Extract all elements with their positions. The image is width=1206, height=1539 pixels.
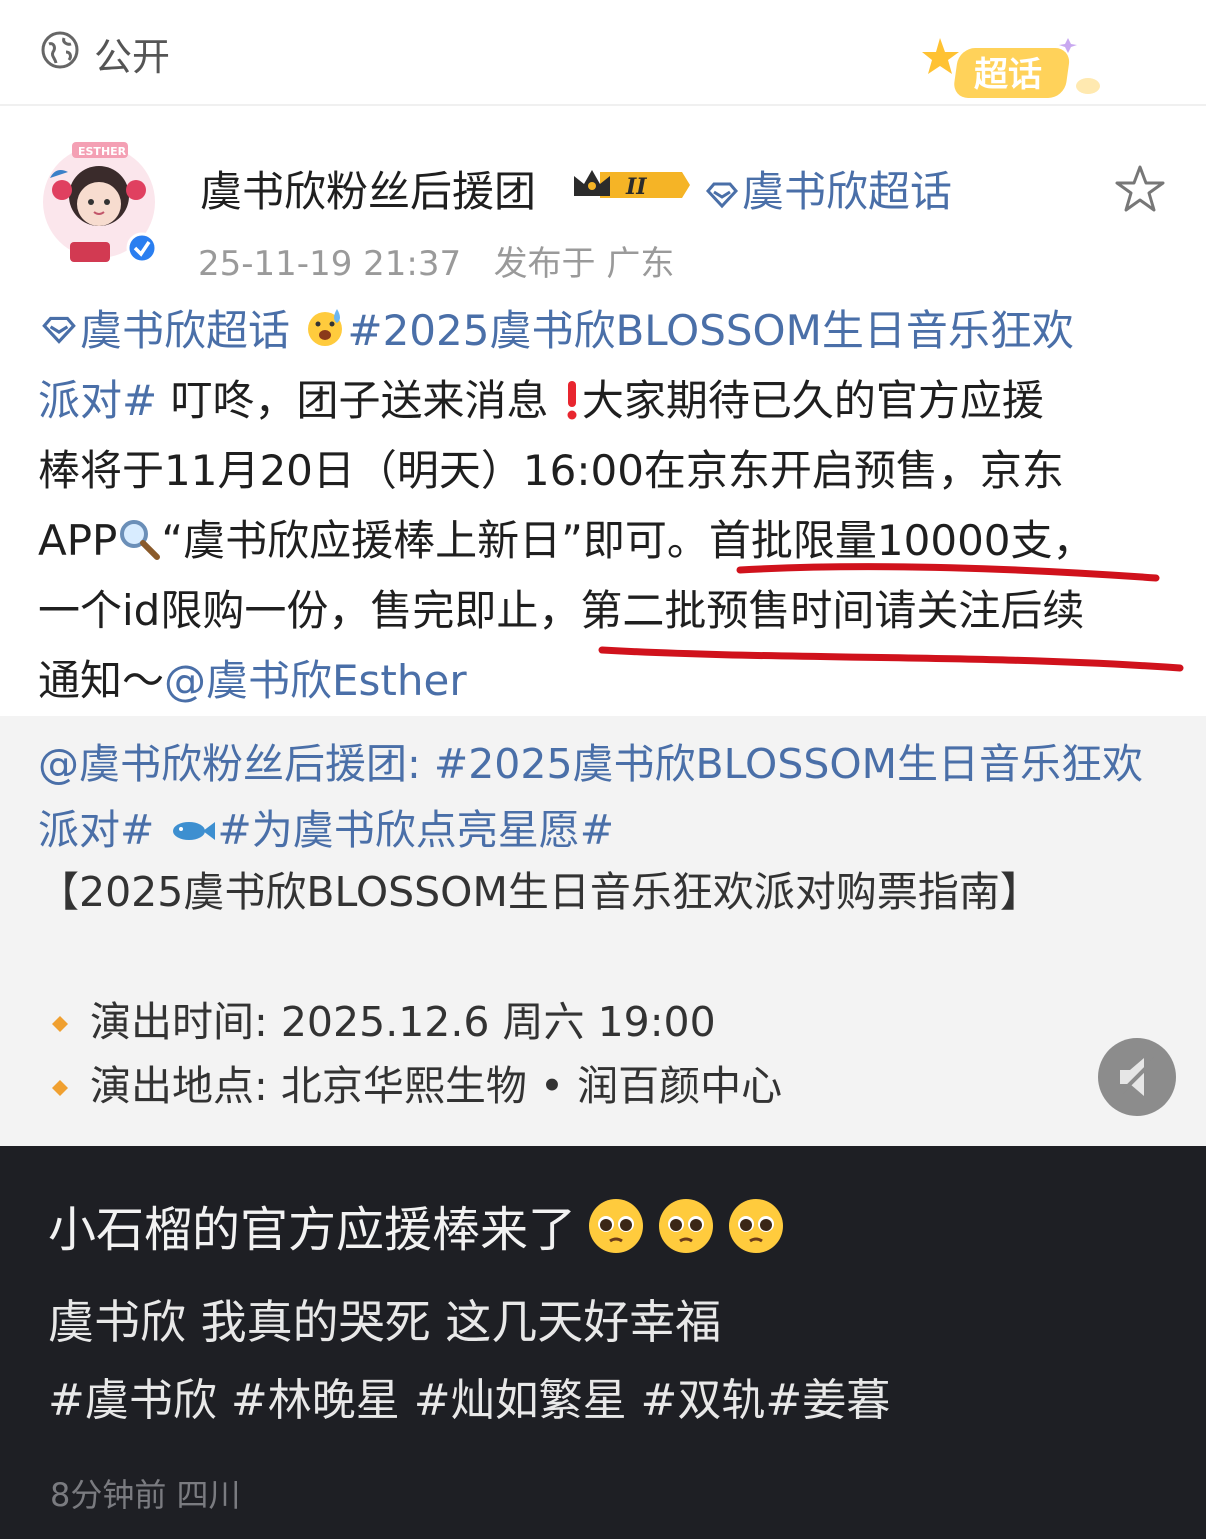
exclamation-icon xyxy=(567,381,577,420)
hashtag-link[interactable]: #2025虞书欣BLOSSOM生日音乐狂欢 xyxy=(347,306,1073,355)
globe-icon xyxy=(41,31,79,69)
body-line-3: 棒将于11月20日（明天）16:00在京东开启预售，京东 xyxy=(38,446,1064,495)
crown-badge-icon[interactable]: II xyxy=(570,162,692,208)
pleading-face-icon xyxy=(589,1199,644,1253)
repost-hashtag[interactable]: #为虞书欣点亮星愿# xyxy=(217,806,614,854)
topic-link-label: 虞书欣超话 xyxy=(742,167,953,216)
red-underline xyxy=(598,646,1184,672)
pleading-face-icon xyxy=(729,1199,784,1253)
mention-link[interactable]: @虞书欣Esther xyxy=(164,656,467,705)
post-meta: 25-11-19 21:37 发布于 广东 xyxy=(198,236,674,285)
body-text: 叮咚，团子送来消息 xyxy=(157,376,549,425)
level-badge-text: II xyxy=(625,174,647,200)
comment-subtitle: 虞书欣 我真的哭死 这几天好幸福 xyxy=(48,1295,722,1349)
post-location: 发布于 广东 xyxy=(493,244,675,284)
avatar[interactable]: ESTHER xyxy=(36,130,162,268)
body-text: 通知～ xyxy=(38,656,165,705)
body-line-2: 派对# 叮咚，团子送来消息 大家期待已久的官方应援 xyxy=(38,366,1044,436)
visibility-label[interactable]: 公开 xyxy=(94,26,170,81)
repost-line-1[interactable]: @虞书欣粉丝后援团: #2025虞书欣BLOSSOM生日音乐狂欢 xyxy=(38,732,1143,796)
body-text: 大家期待已久的官方应援 xyxy=(581,376,1044,425)
author-name[interactable]: 虞书欣粉丝后援团 xyxy=(200,158,536,219)
chaohua-badge-icon[interactable]: 超话 xyxy=(918,28,1106,108)
comment-tags[interactable]: #虞书欣 #林晚星 #灿如繁星 #双轨#姜暮 xyxy=(48,1364,890,1428)
orange-diamond-bullet xyxy=(52,1016,68,1032)
comment-time-location: 8分钟前 四川 xyxy=(50,1476,241,1514)
show-time: 演出时间: 2025.12.6 周六 19:00 xyxy=(90,998,716,1046)
hashtag-link-end[interactable]: 派对# xyxy=(38,376,157,425)
repost-hashtag[interactable]: 派对# xyxy=(38,806,154,854)
comment-title-text: 小石榴的官方应援棒来了 xyxy=(48,1202,577,1258)
avatar-text: ESTHER xyxy=(78,145,127,158)
diamond-icon xyxy=(705,182,739,208)
sweat-face-icon xyxy=(308,309,343,346)
search-icon xyxy=(120,520,161,560)
repost-line-3: 【2025虞书欣BLOSSOM生日音乐狂欢派对购票指南】 xyxy=(38,868,1041,916)
chaohua-text: 超话 xyxy=(974,55,1042,95)
show-venue: 演出地点: 北京华熙生物 • 润百颜中心 xyxy=(90,1062,783,1110)
repost-line-2: 派对# #为虞书欣点亮星愿# xyxy=(38,798,614,862)
body-line-1: 虞书欣超话 #2025虞书欣BLOSSOM生日音乐狂欢 xyxy=(38,296,1074,366)
topic-inline-link[interactable]: 虞书欣超话 xyxy=(80,306,290,355)
topic-link[interactable]: 虞书欣超话 xyxy=(702,158,952,219)
diamond-icon xyxy=(42,316,76,344)
fish-icon xyxy=(173,822,216,840)
body-text: APP xyxy=(38,516,118,565)
post-timestamp: 25-11-19 21:37 xyxy=(198,244,462,284)
pleading-face-icon xyxy=(659,1199,714,1253)
red-underline xyxy=(736,563,1160,582)
speaker-icon xyxy=(1116,1056,1158,1098)
orange-diamond-bullet xyxy=(52,1080,68,1096)
speaker-button[interactable] xyxy=(1098,1038,1176,1116)
comment-title: 小石榴的官方应援棒来了 xyxy=(48,1190,786,1260)
star-icon[interactable] xyxy=(1112,162,1168,218)
body-line-6: 通知～@虞书欣Esther xyxy=(38,646,467,716)
